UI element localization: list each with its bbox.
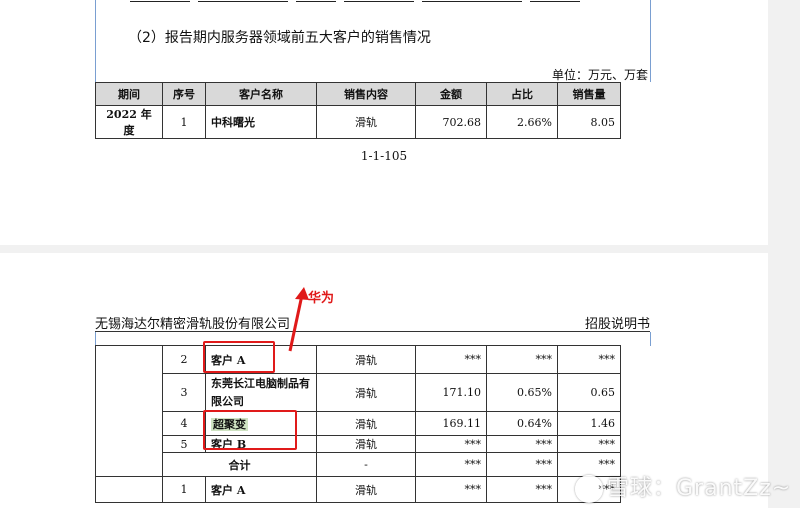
table-cell: *** [486, 452, 558, 477]
table-cell: *** [415, 345, 487, 374]
table-total-row: 合计 - *** *** *** [96, 452, 621, 477]
table-cell: 1 [162, 476, 206, 503]
table-cell: 0.65 [557, 373, 621, 412]
table-header: 销售内容 [316, 82, 416, 106]
previous-text-fragment [130, 0, 610, 2]
table-cell: 1 [162, 105, 206, 139]
table-row: 4 超聚变 滑轨 169.11 0.64% 1.46 [96, 411, 621, 436]
table-cell: *** [486, 345, 558, 374]
scrollbar-track[interactable] [768, 0, 800, 508]
table-cell: 2.66% [486, 105, 558, 139]
table-cell: 滑轨 [316, 476, 416, 503]
table-cell: 169.11 [415, 411, 487, 436]
table-row: 3 东莞长江电脑制品有限公司 滑轨 171.10 0.65% 0.65 [96, 373, 621, 412]
table-cell: 0.65% [486, 373, 558, 412]
table-row: 5 客户 B 滑轨 *** *** *** [96, 435, 621, 453]
table-cell: 滑轨 [316, 435, 416, 453]
table-cell: 171.10 [415, 373, 487, 412]
table-cell: 3 [162, 373, 206, 412]
document-type: 招股说明书 [584, 317, 650, 332]
table-cell: 5 [162, 435, 206, 453]
page-header: 无锡海达尔精密滑轨股份有限公司 招股说明书 [95, 313, 650, 332]
table-header-row: 期间 序号 客户名称 销售内容 金额 占比 销售量 [95, 82, 621, 106]
watermark: 雪球：GrantZz~ [575, 470, 791, 503]
table-header: 销售量 [557, 82, 621, 106]
annotation-box-customer-a [203, 341, 275, 373]
margin-line-right [650, 332, 651, 346]
margin-line-right [650, 0, 651, 82]
table-cell: *** [486, 476, 558, 503]
table-cell: *** [557, 435, 621, 453]
table-row: 2 客户 A 滑轨 *** *** *** [95, 345, 621, 477]
table-cell: *** [486, 435, 558, 453]
table-cell: 2022 年度 [95, 105, 163, 139]
table-cell: 滑轨 [316, 105, 416, 139]
table-cell: *** [415, 476, 487, 503]
table-cell: 客户 A [205, 476, 317, 503]
table-header: 金额 [415, 82, 487, 106]
table-cell: *** [415, 435, 487, 453]
table-cell: - [316, 452, 416, 477]
table-cell: 滑轨 [316, 411, 416, 436]
table-cell: 2 [162, 345, 206, 374]
table-cell: 8.05 [557, 105, 621, 139]
annotation-label-huawei: 华为 [308, 291, 335, 306]
customer-sales-table: 期间 序号 客户名称 销售内容 金额 占比 销售量 2022 年度 1 中科曙光… [95, 82, 621, 139]
page-number: 1-1-105 [360, 149, 408, 163]
table-cell: 东莞长江电脑制品有限公司 [205, 373, 317, 412]
table-row: 2022 年度 1 中科曙光 滑轨 702.68 2.66% 8.05 [95, 105, 621, 139]
annotation-box-chaojubian [203, 410, 297, 450]
table-header: 期间 [95, 82, 163, 106]
table-header: 占比 [486, 82, 558, 106]
table-cell: 滑轨 [316, 345, 416, 374]
table-row: 1 客户 A 滑轨 *** *** *** [95, 476, 621, 503]
snowball-logo-icon [575, 475, 603, 503]
table-cell: 0.64% [486, 411, 558, 436]
table-cell: 1.46 [557, 411, 621, 436]
margin-line-left [95, 0, 96, 82]
table-cell: 合计 [162, 452, 317, 477]
table-cell: *** [415, 452, 487, 477]
company-name: 无锡海达尔精密滑轨股份有限公司 [95, 317, 291, 332]
table-header: 客户名称 [205, 82, 317, 106]
period-cell [95, 345, 163, 477]
table-cell: 702.68 [415, 105, 487, 139]
document-page-1: （2）报告期内服务器领域前五大客户的销售情况 单位：万元、万套 期间 序号 客户… [0, 0, 768, 245]
customer-sales-table-continued: 2 客户 A 滑轨 *** *** *** 3 东莞长江电脑制品有限公司 滑轨 … [95, 345, 621, 503]
table-cell: 中科曙光 [205, 105, 317, 139]
period-cell [95, 476, 163, 503]
table-cell: *** [557, 345, 621, 374]
section-subtitle: （2）报告期内服务器领域前五大客户的销售情况 [128, 30, 431, 46]
table-cell: 滑轨 [316, 373, 416, 412]
table-cell: 4 [162, 411, 206, 436]
unit-label: 单位：万元、万套 [551, 68, 648, 82]
watermark-text: 雪球：GrantZz~ [607, 476, 792, 501]
table-header: 序号 [162, 82, 206, 106]
margin-line-left [95, 332, 96, 346]
